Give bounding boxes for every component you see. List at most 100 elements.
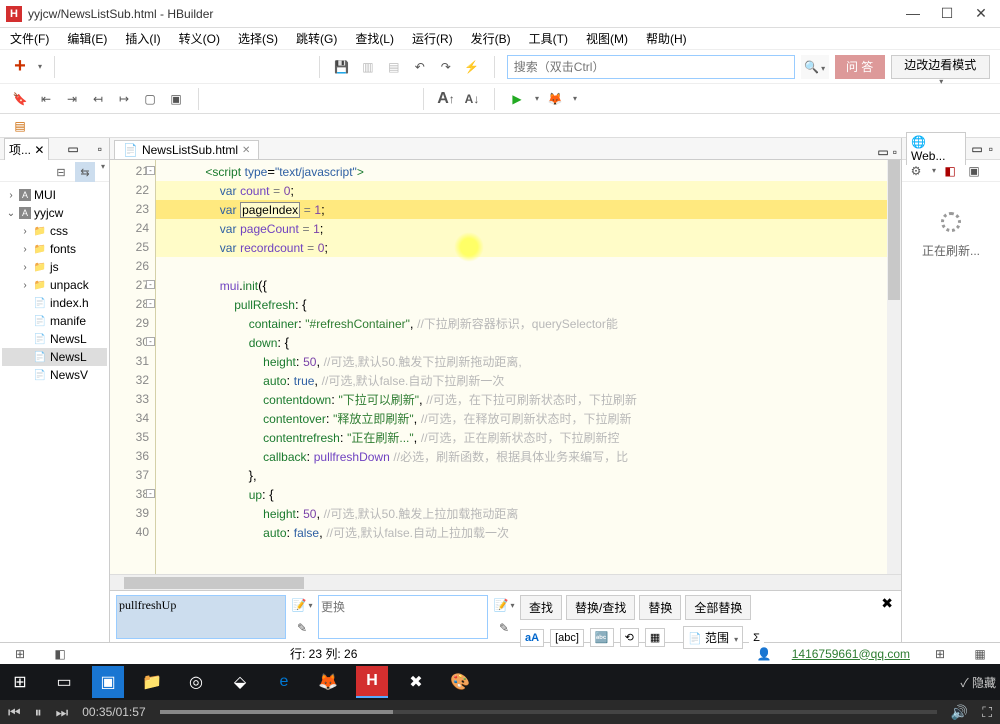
status-icon-2[interactable]: ◧: [50, 644, 70, 664]
tree-item[interactable]: ›📁fonts: [2, 240, 107, 258]
terminal-icon[interactable]: ▤: [10, 116, 30, 136]
find-btn[interactable]: 全部替换: [685, 595, 751, 620]
web-max-icon[interactable]: ▫: [986, 142, 996, 156]
prev-track-button[interactable]: ⏮: [8, 704, 21, 721]
menu-帮助(H)[interactable]: 帮助(H): [642, 28, 691, 49]
find-btn[interactable]: 替换: [639, 595, 681, 620]
search-button[interactable]: 🔍▾: [801, 55, 829, 79]
menu-视图(M)[interactable]: 视图(M): [582, 28, 632, 49]
replace-input[interactable]: [318, 595, 488, 639]
next-icon[interactable]: ↦: [114, 89, 134, 109]
menu-工具(T)[interactable]: 工具(T): [525, 28, 572, 49]
pause-button[interactable]: ⏸: [35, 704, 42, 721]
find-close-icon[interactable]: ✖: [881, 595, 893, 612]
tree-item[interactable]: 📄NewsL: [2, 330, 107, 348]
tree-item[interactable]: 📄index.h: [2, 294, 107, 312]
opt-scope[interactable]: 📄 范围 ▾: [683, 626, 743, 649]
menu-编辑(E)[interactable]: 编辑(E): [63, 28, 111, 49]
opt-abc[interactable]: [abc]: [550, 629, 584, 647]
tree-item[interactable]: ›📁css: [2, 222, 107, 240]
editor-max-icon[interactable]: ▫: [893, 145, 897, 159]
opt-aa[interactable]: aA: [520, 629, 544, 647]
font-decrease-icon[interactable]: A↓: [462, 89, 482, 109]
save-all-icon[interactable]: ▥: [358, 57, 378, 77]
media-progress[interactable]: [160, 710, 937, 714]
panel-menu-icon[interactable]: ▫: [95, 142, 105, 156]
project-tab[interactable]: 项... ✕: [4, 138, 49, 160]
prev-icon[interactable]: ↤: [88, 89, 108, 109]
status-icon-3[interactable]: ⊞: [930, 644, 950, 664]
find-btn[interactable]: 替换/查找: [566, 595, 635, 620]
save-icon[interactable]: 💾: [332, 57, 352, 77]
tree-item[interactable]: 📄NewsL: [2, 348, 107, 366]
stop-icon[interactable]: ◧: [940, 161, 960, 181]
run-icon[interactable]: ▶: [507, 89, 527, 109]
next-track-button[interactable]: ⏭: [56, 704, 69, 721]
collapse-icon[interactable]: ⊟: [51, 162, 71, 182]
opt-sigma[interactable]: Σ: [749, 630, 764, 646]
link-icon[interactable]: ⇆: [75, 162, 95, 182]
reload-icon[interactable]: ▣: [964, 161, 984, 181]
task-app-2[interactable]: ◎: [180, 666, 212, 698]
hbuilder-task-icon[interactable]: H: [356, 666, 388, 698]
find-input[interactable]: [116, 595, 286, 639]
tree-item[interactable]: ›📁js: [2, 258, 107, 276]
panel-min-icon[interactable]: ▭: [64, 142, 81, 156]
start-button[interactable]: ⊞: [4, 666, 36, 698]
opt-regex[interactable]: 🔤: [590, 628, 614, 647]
gear-icon[interactable]: ⚙: [906, 161, 926, 181]
tree-item[interactable]: ›AMUI: [2, 186, 107, 204]
code-editor[interactable]: 21-222324252627-28-2930-3132333435363738…: [110, 160, 901, 574]
menu-文件(F)[interactable]: 文件(F): [6, 28, 53, 49]
firefox-icon[interactable]: 🦊: [545, 89, 565, 109]
horizontal-scrollbar[interactable]: [110, 574, 901, 590]
menu-跳转(G)[interactable]: 跳转(G): [292, 28, 341, 49]
tree-item[interactable]: ›📁unpack: [2, 276, 107, 294]
status-icon-1[interactable]: ⊞: [10, 644, 30, 664]
redo-icon[interactable]: ↷: [436, 57, 456, 77]
qa-button[interactable]: 问 答: [835, 55, 885, 79]
undo-icon[interactable]: ↶: [410, 57, 430, 77]
maximize-button[interactable]: ☐: [940, 5, 954, 22]
web-min-icon[interactable]: ▭: [968, 142, 985, 156]
tree-item[interactable]: 📄manife: [2, 312, 107, 330]
menu-发行(B)[interactable]: 发行(B): [467, 28, 515, 49]
file-explorer-icon[interactable]: 📁: [136, 666, 168, 698]
replace-edit-icon[interactable]: ✎: [494, 618, 514, 638]
task-app-3[interactable]: ⬙: [224, 666, 256, 698]
user-email-link[interactable]: 1416759661@qq.com: [792, 647, 910, 661]
fullscreen-icon[interactable]: ⛶: [982, 704, 992, 721]
opt-whole[interactable]: ⟲: [620, 628, 639, 647]
project-tree[interactable]: ›AMUI⌄Ayyjcw›📁css›📁fonts›📁js›📁unpack📄ind…: [0, 182, 109, 642]
task-app-4[interactable]: ✖: [400, 666, 432, 698]
box-icon[interactable]: ▢: [140, 89, 160, 109]
menu-转义(O)[interactable]: 转义(O): [175, 28, 224, 49]
new-dropdown[interactable]: ▾: [38, 62, 42, 71]
copy-icon[interactable]: ▤: [384, 57, 404, 77]
editor-tab-newslistsub[interactable]: 📄 NewsListSub.html ✕: [114, 140, 259, 159]
search-input[interactable]: [507, 55, 795, 79]
find-btn[interactable]: 查找: [520, 595, 562, 620]
bolt-icon[interactable]: ⚡: [462, 57, 482, 77]
view-mode-button[interactable]: 边改边看模式 ▾: [891, 55, 990, 79]
firefox-task-icon[interactable]: 🦊: [312, 666, 344, 698]
opt-sel[interactable]: ▦: [645, 628, 665, 647]
find-case-icon[interactable]: ✎: [292, 618, 312, 638]
menu-查找(L)[interactable]: 查找(L): [351, 28, 398, 49]
find-history-icon[interactable]: 📝▾: [292, 595, 312, 615]
tree-item[interactable]: 📄NewsV: [2, 366, 107, 384]
minimize-button[interactable]: —: [906, 5, 920, 22]
task-app-5[interactable]: 🎨: [444, 666, 476, 698]
font-increase-icon[interactable]: A↑: [436, 89, 456, 109]
status-icon-4[interactable]: ▦: [970, 644, 990, 664]
box2-icon[interactable]: ▣: [166, 89, 186, 109]
task-view-icon[interactable]: ▭: [48, 666, 80, 698]
task-app-1[interactable]: ▣: [92, 666, 124, 698]
vertical-scrollbar[interactable]: [887, 160, 901, 574]
menu-选择(S)[interactable]: 选择(S): [234, 28, 282, 49]
menu-插入(I)[interactable]: 插入(I): [121, 28, 164, 49]
outdent-icon[interactable]: ⇤: [36, 89, 56, 109]
tree-item[interactable]: ⌄Ayyjcw: [2, 204, 107, 222]
menu-运行(R)[interactable]: 运行(R): [408, 28, 457, 49]
ime-indicator[interactable]: ✓ 隐藏: [960, 674, 996, 691]
